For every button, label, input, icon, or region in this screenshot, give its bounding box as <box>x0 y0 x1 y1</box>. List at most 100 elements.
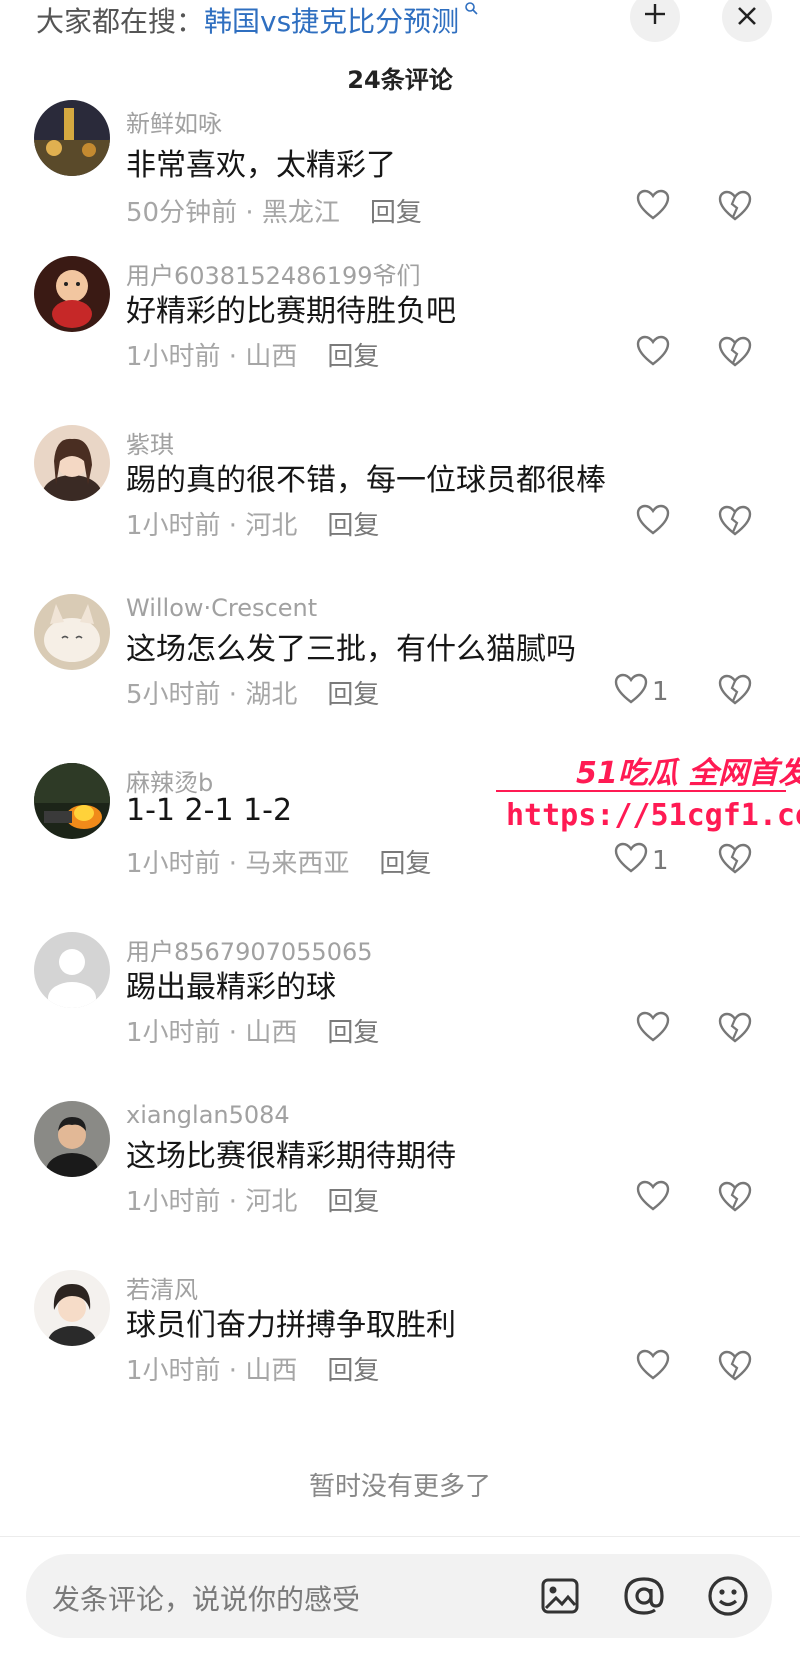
watermark-title: 51吃瓜 全网首发 <box>576 756 800 791</box>
like-button[interactable]: 1 <box>614 841 684 881</box>
comment-time: 1小时前 <box>126 1187 221 1217</box>
minimize-icon <box>642 0 668 35</box>
comment-location: 河北 <box>245 511 298 541</box>
comment-meta: 1小时前 · 山西 回复 <box>126 1018 380 1048</box>
comment-text: 1-1 2-1 1-2 <box>126 793 293 828</box>
reply-button[interactable]: 回复 <box>327 1356 379 1386</box>
at-icon[interactable] <box>622 1574 666 1618</box>
reply-button[interactable]: 回复 <box>327 511 379 541</box>
comment-text: 踢出最精彩的球 <box>126 970 336 1005</box>
avatar[interactable] <box>34 425 110 501</box>
comment-time: 1小时前 <box>126 511 221 541</box>
comment-meta: 1小时前 · 山西 回复 <box>126 1356 380 1386</box>
like-button[interactable] <box>636 503 706 543</box>
comment-time: 50分钟前 <box>126 198 238 228</box>
comment-location: 山西 <box>245 1018 298 1048</box>
comment-item: Willow·Crescent 这场怎么发了三批，有什么猫腻吗 5小时前 · 湖… <box>0 594 800 763</box>
comment-username[interactable]: xianglan5084 <box>126 1101 290 1129</box>
comment-text: 这场怎么发了三批，有什么猫腻吗 <box>126 632 576 667</box>
broken-heart-icon <box>718 190 752 226</box>
comment-item: 用户8567907055065 踢出最精彩的球 1小时前 · 山西 回复 <box>0 932 800 1101</box>
comment-sheet: 大家都在搜：韩国vs捷克比分预测 24条评论 新鲜如咏 非常喜欢，太精彩了 50… <box>0 0 800 1656</box>
search-prefix: 大家都在搜： <box>36 5 205 38</box>
end-of-list-text: 暂时没有更多了 <box>308 1472 491 1502</box>
dislike-button[interactable] <box>718 188 758 228</box>
dislike-button[interactable] <box>718 1010 758 1050</box>
comment-time: 1小时前 <box>126 1018 221 1048</box>
comment-input-placeholder[interactable]: 发条评论，说说你的感受 <box>52 1578 360 1618</box>
avatar[interactable] <box>34 763 110 839</box>
like-button[interactable]: 1 <box>614 672 684 712</box>
image-icon[interactable] <box>538 1574 582 1618</box>
broken-heart-icon <box>718 505 752 541</box>
broken-heart-icon <box>718 336 752 372</box>
avatar[interactable] <box>34 594 110 670</box>
dislike-button[interactable] <box>718 1348 758 1388</box>
avatar[interactable] <box>34 1101 110 1177</box>
reply-button[interactable]: 回复 <box>379 849 431 879</box>
comment-text: 这场比赛很精彩期待期待 <box>126 1139 456 1174</box>
dislike-button[interactable] <box>718 503 758 543</box>
comment-input-bar[interactable]: 发条评论，说说你的感受 <box>26 1554 772 1638</box>
like-button[interactable] <box>636 1010 706 1050</box>
comment-location: 山西 <box>245 342 298 372</box>
comment-item: 新鲜如咏 非常喜欢，太精彩了 50分钟前 · 黑龙江 回复 <box>0 100 800 269</box>
comment-username[interactable]: 新鲜如咏 <box>126 104 222 139</box>
reply-button[interactable]: 回复 <box>327 680 379 710</box>
like-button[interactable] <box>636 334 706 374</box>
comment-item: 用户6038152486199爷们 好精彩的比赛期待胜负吧 1小时前 · 山西回… <box>0 256 800 425</box>
broken-heart-icon <box>718 1350 752 1386</box>
dislike-button[interactable] <box>718 334 758 374</box>
reply-button[interactable]: 回复 <box>327 1187 379 1217</box>
comment-text: 好精彩的比赛期待胜负吧 <box>126 294 456 329</box>
comment-meta: 50分钟前 · 黑龙江 回复 <box>126 198 422 228</box>
comment-location: 山西 <box>245 1356 298 1386</box>
comment-text: 球员们奋力拼搏争取胜利 <box>126 1308 456 1343</box>
comment-meta: 1小时前 · 山西 回复 <box>126 342 380 372</box>
comment-location: 黑龙江 <box>261 198 340 228</box>
avatar[interactable] <box>34 100 110 176</box>
comment-text: 踢的真的很不错，每一位球员都很棒 <box>126 463 606 498</box>
comment-location: 马来西亚 <box>245 849 350 879</box>
comment-time: 1小时前 <box>126 849 221 879</box>
search-suggestion-row: 大家都在搜：韩国vs捷克比分预测 <box>0 0 800 42</box>
heart-icon <box>636 189 670 228</box>
comment-item: xianglan5084 这场比赛很精彩期待期待 1小时前 · 河北 回复 <box>0 1101 800 1270</box>
reply-button[interactable]: 回复 <box>327 342 379 372</box>
emoji-icon[interactable] <box>706 1574 750 1618</box>
comment-meta: 5小时前 · 湖北 回复 <box>126 680 380 710</box>
dislike-button[interactable] <box>718 841 758 881</box>
like-button[interactable] <box>636 1348 706 1388</box>
avatar[interactable] <box>34 932 110 1008</box>
search-suggestion[interactable]: 大家都在搜：韩国vs捷克比分预测 <box>36 0 478 40</box>
footer-divider <box>0 1536 800 1537</box>
heart-icon <box>614 842 648 881</box>
reply-button[interactable]: 回复 <box>327 1018 379 1048</box>
minimize-button[interactable] <box>630 0 680 42</box>
heart-icon <box>636 1180 670 1219</box>
heart-icon <box>636 1011 670 1050</box>
comment-time: 5小时前 <box>126 680 221 710</box>
heart-icon <box>636 335 670 374</box>
dislike-button[interactable] <box>718 1179 758 1219</box>
close-button[interactable] <box>722 0 772 42</box>
like-button[interactable] <box>636 188 706 228</box>
comment-time: 1小时前 <box>126 342 221 372</box>
heart-icon <box>614 673 648 712</box>
search-term-link[interactable]: 韩国vs捷克比分预测 <box>204 5 459 38</box>
reply-button[interactable]: 回复 <box>370 198 422 228</box>
avatar[interactable] <box>34 256 110 332</box>
like-count: 1 <box>652 677 669 707</box>
close-icon <box>736 0 758 35</box>
like-button[interactable] <box>636 1179 706 1219</box>
comment-meta: 1小时前 · 河北 回复 <box>126 1187 380 1217</box>
comment-meta: 1小时前 · 马来西亚 回复 <box>126 849 432 879</box>
comment-username[interactable]: Willow·Crescent <box>126 594 317 622</box>
broken-heart-icon <box>718 1012 752 1048</box>
dislike-button[interactable] <box>718 672 758 712</box>
comment-count-title: 24条评论 <box>347 66 453 94</box>
comment-location: 湖北 <box>245 680 298 710</box>
watermark-url: https://51cgf1.com <box>506 798 800 833</box>
heart-icon <box>636 504 670 543</box>
avatar[interactable] <box>34 1270 110 1346</box>
